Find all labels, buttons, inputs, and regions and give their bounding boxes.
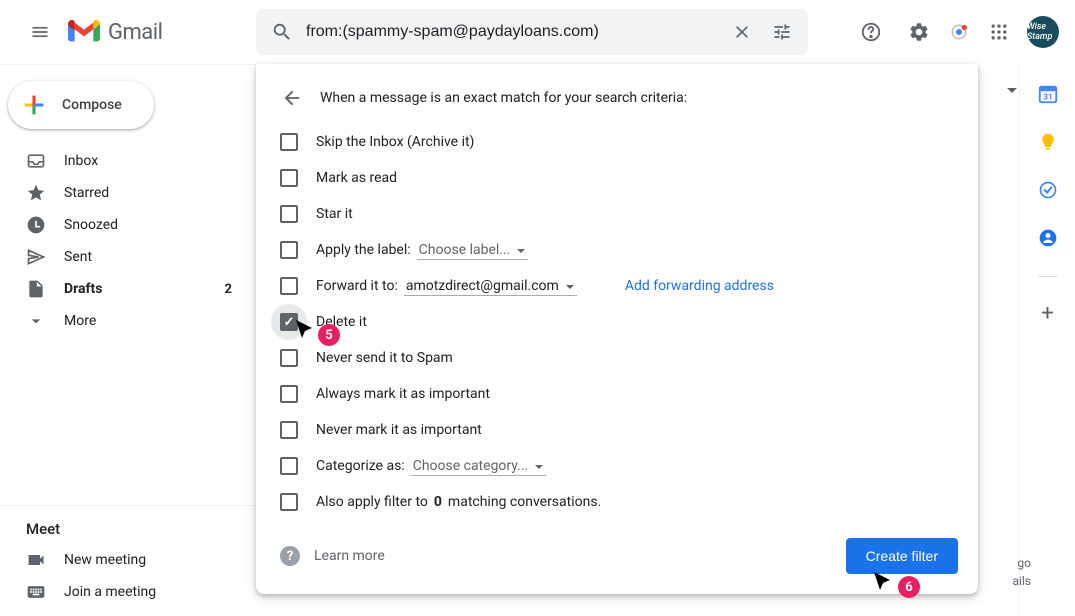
checkbox-delete-it[interactable]: [280, 313, 298, 331]
search-icon[interactable]: [262, 12, 302, 52]
label-dropdown[interactable]: Choose label...: [417, 241, 529, 260]
calendar-app-icon[interactable]: 31: [1034, 80, 1062, 108]
nav-starred[interactable]: Starred: [0, 177, 244, 209]
option-apply-label: Apply the label: Choose label...: [276, 232, 958, 268]
nav-list: Inbox Starred Snoozed Sent Drafts2 More: [0, 145, 256, 337]
gmail-logo-text: Gmail: [108, 20, 162, 45]
checkbox-never-important[interactable]: [280, 421, 298, 439]
nav-more[interactable]: More: [0, 305, 244, 337]
checkbox-always-important[interactable]: [280, 385, 298, 403]
nav-sent[interactable]: Sent: [0, 241, 244, 273]
keep-app-icon[interactable]: [1034, 128, 1062, 156]
checkbox-star-it[interactable]: [280, 205, 298, 223]
option-star-it: Star it: [276, 196, 958, 232]
account-avatar[interactable]: Wise Stamp: [1027, 16, 1059, 48]
star-icon: [26, 183, 46, 203]
compose-button[interactable]: Compose: [8, 81, 154, 129]
category-dropdown[interactable]: Choose category...: [411, 457, 547, 476]
option-forward: Forward it to: amotzdirect@gmail.comAdd …: [276, 268, 958, 304]
option-also-apply: Also apply filter to 0 matching conversa…: [276, 484, 958, 520]
add-forwarding-link[interactable]: Add forwarding address: [625, 278, 774, 294]
tasks-app-icon[interactable]: [1034, 176, 1062, 204]
checkbox-forward[interactable]: [280, 277, 298, 295]
nav-snoozed[interactable]: Snoozed: [0, 209, 244, 241]
contacts-app-icon[interactable]: [1034, 224, 1062, 252]
inbox-icon: [26, 151, 46, 171]
keyboard-icon: [26, 582, 46, 602]
content-area: goails When a message is an exact match …: [256, 64, 1019, 616]
nav-inbox[interactable]: Inbox: [0, 145, 244, 177]
checkbox-mark-read[interactable]: [280, 169, 298, 187]
behind-text-fragment: goails: [1012, 554, 1031, 590]
compose-label: Compose: [62, 97, 122, 113]
extension-icon[interactable]: [947, 20, 971, 44]
apps-icon[interactable]: [979, 12, 1019, 52]
clear-search-icon[interactable]: [722, 12, 762, 52]
option-delete-it: Delete it: [276, 304, 958, 340]
nav-drafts[interactable]: Drafts2: [0, 273, 244, 305]
checkbox-also-apply[interactable]: [280, 493, 298, 511]
video-icon: [26, 550, 46, 570]
meet-new-meeting[interactable]: New meeting: [0, 544, 244, 576]
main-menu-button[interactable]: [16, 8, 64, 56]
option-never-spam: Never send it to Spam: [276, 340, 958, 376]
settings-icon[interactable]: [899, 12, 939, 52]
support-icon[interactable]: [851, 12, 891, 52]
filter-title: When a message is an exact match for you…: [320, 90, 687, 106]
create-filter-button[interactable]: Create filter: [846, 538, 958, 574]
send-icon: [26, 247, 46, 267]
annotation-badge-6: 6: [898, 576, 920, 598]
sort-dropdown-icon[interactable]: [1007, 88, 1017, 98]
option-skip-inbox: Skip the Inbox (Archive it): [276, 124, 958, 160]
filter-panel: When a message is an exact match for you…: [256, 64, 978, 594]
search-bar: [256, 9, 808, 55]
meet-join-meeting[interactable]: Join a meeting: [0, 576, 244, 608]
gmail-logo-area[interactable]: Gmail: [68, 20, 248, 45]
clock-icon: [26, 215, 46, 235]
option-always-important: Always mark it as important: [276, 376, 958, 412]
header-actions: Wise Stamp: [851, 12, 1059, 52]
panel-divider: [1038, 276, 1058, 277]
checkbox-skip-inbox[interactable]: [280, 133, 298, 151]
back-icon[interactable]: [280, 86, 304, 110]
get-addons-icon[interactable]: +: [1041, 301, 1053, 326]
meet-header: Meet: [0, 520, 256, 544]
file-icon: [26, 279, 46, 299]
learn-more-link[interactable]: Learn more: [314, 548, 385, 564]
side-panel: 31 +: [1019, 64, 1075, 616]
checkbox-never-spam[interactable]: [280, 349, 298, 367]
search-options-icon[interactable]: [762, 12, 802, 52]
gmail-logo-icon: [68, 20, 100, 44]
sidebar: Compose Inbox Starred Snoozed Sent Draft…: [0, 64, 256, 616]
forward-dropdown[interactable]: amotzdirect@gmail.com: [404, 277, 577, 296]
option-mark-read: Mark as read: [276, 160, 958, 196]
compose-plus-icon: [20, 91, 48, 119]
option-categorize: Categorize as: Choose category...: [276, 448, 958, 484]
checkbox-categorize[interactable]: [280, 457, 298, 475]
header: Gmail Wise Stamp: [0, 0, 1075, 64]
checkbox-apply-label[interactable]: [280, 241, 298, 259]
svg-text:31: 31: [1043, 93, 1052, 103]
option-never-important: Never mark it as important: [276, 412, 958, 448]
chevron-down-icon: [26, 311, 46, 331]
meet-section: Meet New meeting Join a meeting: [0, 505, 256, 616]
help-icon[interactable]: ?: [280, 546, 300, 566]
search-input[interactable]: [302, 23, 722, 41]
